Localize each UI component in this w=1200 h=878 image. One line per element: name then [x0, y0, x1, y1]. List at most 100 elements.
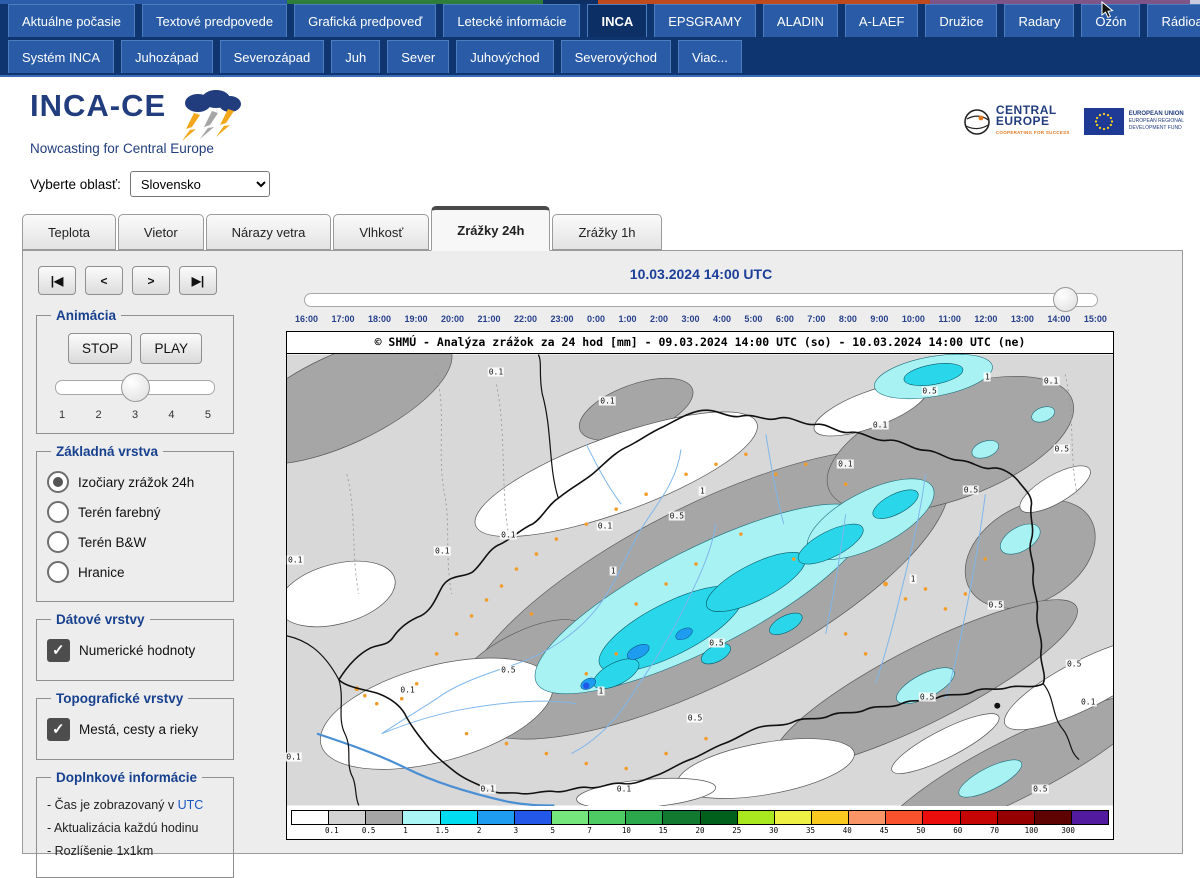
content-panel: |◀ < > ▶| Animácia STOP PLAY 12345 Zákla… — [22, 250, 1183, 854]
base-layer-radio[interactable]: Terén farebný — [47, 501, 223, 523]
frame-nav-button[interactable]: |◀ — [38, 266, 76, 295]
speed-slider-handle[interactable] — [121, 373, 150, 402]
ce-tagline: COOPERATING FOR SUCCESS — [996, 127, 1070, 138]
eu-line3: DEVELOPMENT FUND — [1129, 125, 1184, 132]
color-scale-label: 20 — [695, 826, 704, 835]
contour-label: 0.1 — [599, 396, 615, 405]
contour-label: 0.5 — [987, 600, 1003, 609]
color-scale-cell — [626, 811, 663, 824]
nav-subtab[interactable]: Severovýchod — [561, 40, 671, 73]
contour-label: 0.5 — [963, 485, 979, 494]
base-layer-legend: Základná vrstva — [51, 444, 163, 459]
nav-tab[interactable]: Grafická predpoveď — [294, 4, 436, 37]
radio-icon — [47, 531, 69, 553]
contour-label: 0.1 — [1080, 698, 1096, 707]
frame-nav-button[interactable]: > — [132, 266, 170, 295]
frame-nav-button[interactable]: < — [85, 266, 123, 295]
frame-nav-button[interactable]: ▶| — [179, 266, 217, 295]
eu-logo: EUROPEAN UNION EUROPEAN REGIONAL DEVELOP… — [1084, 108, 1184, 135]
checkbox-label: Mestá, cesty a rieky — [79, 722, 198, 737]
color-scale-labels: 0.10.511.5235710152025303540455060701003… — [295, 826, 1105, 837]
base-layer-radio[interactable]: Izočiary zrážok 24h — [47, 471, 223, 493]
contour-label: 0.5 — [1032, 785, 1048, 794]
color-scale-label: 15 — [659, 826, 668, 835]
nav-tab[interactable]: Textové predpovede — [142, 4, 287, 37]
timeline-tick-label: 20:00 — [441, 314, 464, 324]
timeline-tick-label: 22:00 — [514, 314, 537, 324]
nav-tab[interactable]: ALADIN — [763, 4, 838, 37]
utc-link[interactable]: UTC — [178, 798, 204, 812]
contour-label: 1 — [910, 575, 917, 584]
base-layer-radio[interactable]: Terén B&W — [47, 531, 223, 553]
nav-subtab[interactable]: Juhovýchod — [456, 40, 553, 73]
parameter-tab[interactable]: Zrážky 24h — [431, 206, 550, 251]
nav-tab-label: Letecké informácie — [457, 14, 566, 29]
region-selector-row: Vyberte oblasť: Slovensko — [30, 171, 270, 197]
play-button[interactable]: PLAY — [140, 333, 202, 364]
parameter-tab-label: Vlhkosť — [359, 225, 403, 240]
nav-tab[interactable]: Radary — [1004, 4, 1074, 37]
precipitation-map: 0.10.110.50.10.10.10.510.50.10.10.10.510… — [287, 354, 1113, 806]
nav-tab[interactable]: Aktuálne počasie — [8, 4, 135, 37]
nav-tab[interactable]: Družice — [925, 4, 997, 37]
nav-subtab[interactable]: Juh — [331, 40, 380, 73]
nav-subtab-label: Juhovýchod — [470, 50, 539, 65]
frame-nav-buttons: |◀ < > ▶| — [38, 266, 234, 295]
color-scale-cell — [923, 811, 960, 824]
inca-ce-logo: INCA-CE Nowcasting for Central Europe — [30, 89, 244, 156]
nav-tab[interactable]: Rádioaktivita — [1147, 4, 1200, 37]
nav-subtab[interactable]: Severozápad — [220, 40, 325, 73]
parameter-tab[interactable]: Vlhkosť — [333, 214, 429, 250]
topo-layer-checkbox[interactable]: Mestá, cesty a rieky — [47, 718, 223, 741]
parameter-tab[interactable]: Nárazy vetra — [206, 214, 332, 250]
color-scale-label: 3 — [514, 826, 519, 835]
current-time-heading: 10.03.2024 14:00 UTC — [286, 266, 1116, 282]
nav-tab[interactable]: INCA — [587, 4, 647, 37]
data-layer-checkbox[interactable]: Numerické hodnoty — [47, 639, 223, 662]
info-line: - Rozlíšenie 1x1km — [47, 844, 223, 858]
nav-tab[interactable]: EPSGRAMY — [654, 4, 756, 37]
speed-tick-label: 2 — [95, 409, 101, 421]
nav-tab[interactable]: Letecké informácie — [443, 4, 580, 37]
region-select[interactable]: Slovensko — [130, 171, 270, 197]
frame-nav-icon: < — [100, 274, 107, 288]
base-layer-options: Izočiary zrážok 24h Terén farebný Terén … — [47, 471, 223, 583]
color-scale-label: 35 — [806, 826, 815, 835]
nav-subtab-label: Severozápad — [234, 50, 311, 65]
contour-label: 0.5 — [921, 387, 937, 396]
nav-subtab[interactable]: Systém INCA — [8, 40, 114, 73]
color-scale-label: 45 — [880, 826, 889, 835]
animation-fieldset: Animácia STOP PLAY 12345 — [36, 308, 234, 434]
parameter-tab[interactable]: Teplota — [22, 214, 116, 250]
nav-subtab[interactable]: Juhozápad — [121, 40, 213, 73]
color-scale-label: 100 — [1025, 826, 1039, 835]
contour-label: 0.1 — [597, 521, 613, 530]
timeline-tick-label: 1:00 — [618, 314, 636, 324]
color-scale-label: 0.1 — [325, 826, 339, 835]
speed-tick-label: 5 — [205, 409, 211, 421]
stop-button[interactable]: STOP — [68, 333, 133, 364]
base-layer-radio[interactable]: Hranice — [47, 561, 223, 583]
nav-subtab[interactable]: Sever — [387, 40, 449, 73]
parameter-tab[interactable]: Vietor — [118, 214, 204, 250]
timeline-tick-label: 18:00 — [368, 314, 391, 324]
timeline-tick-label: 10:00 — [902, 314, 925, 324]
timeline-tick-label: 3:00 — [681, 314, 699, 324]
topo-layers-options: Mestá, cesty a rieky — [47, 718, 223, 741]
color-scale-cell — [663, 811, 700, 824]
timeline-slider-handle[interactable] — [1053, 287, 1078, 312]
nav-tab-label: Grafická predpoveď — [308, 14, 422, 29]
color-scale-cell — [812, 811, 849, 824]
nav-tab-label: EPSGRAMY — [668, 14, 742, 29]
radio-label: Izočiary zrážok 24h — [78, 475, 194, 490]
timeline-slider[interactable] — [304, 293, 1098, 307]
nav-tab[interactable]: A-LAEF — [845, 4, 919, 37]
nav-subtab[interactable]: Viac... — [678, 40, 742, 73]
topo-layers-fieldset: Topografické vrstvy Mestá, cesty a rieky — [36, 691, 234, 760]
contour-label: 0.1 — [479, 785, 495, 794]
speed-slider[interactable] — [55, 380, 215, 395]
map-area: 10.03.2024 14:00 UTC 16:0017:0018:0019:0… — [286, 264, 1116, 853]
precipitation-map-box: © SHMÚ - Analýza zrážok za 24 hod [mm] -… — [286, 331, 1114, 840]
parameter-tab[interactable]: Zrážky 1h — [552, 214, 661, 250]
eu-flag-icon — [1084, 108, 1124, 135]
